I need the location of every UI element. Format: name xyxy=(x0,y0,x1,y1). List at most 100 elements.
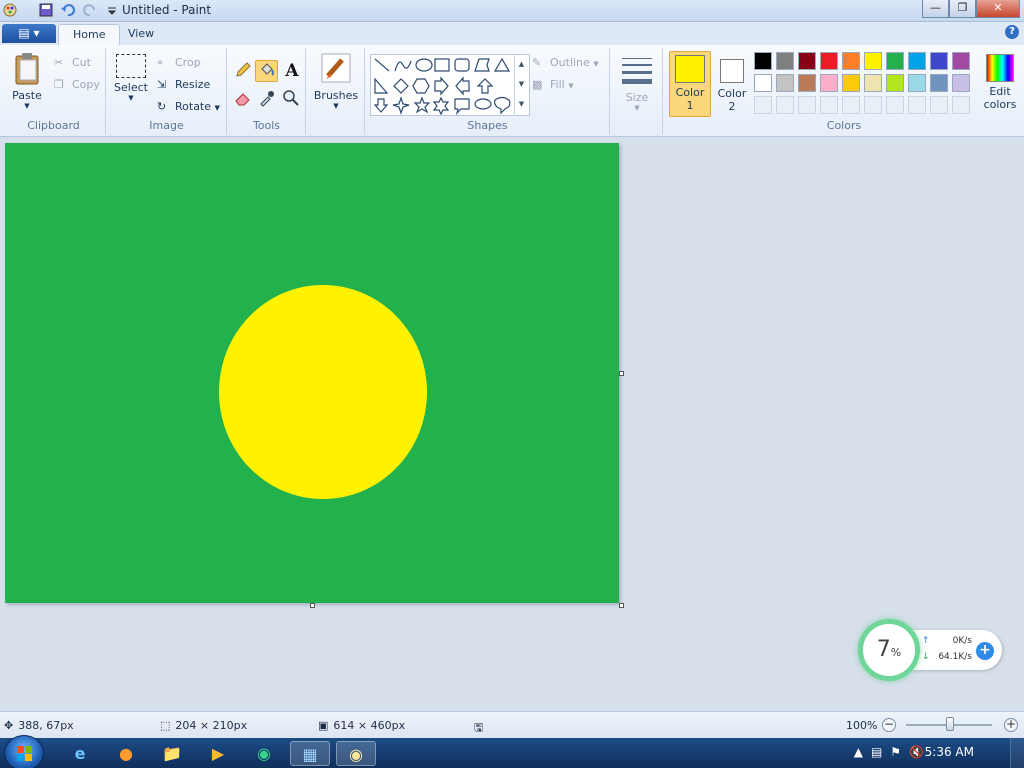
save-icon[interactable] xyxy=(38,2,54,18)
customize-toolbar-icon[interactable] xyxy=(104,2,120,18)
fill-button[interactable]: ▩ Fill ▼ xyxy=(532,78,574,92)
quick-access-toolbar xyxy=(2,2,120,18)
palette-swatch[interactable] xyxy=(908,52,926,70)
crop-button[interactable]: ⌖ Crop xyxy=(157,56,201,70)
download-speed: 64.1K/s xyxy=(938,652,972,662)
color1-button[interactable]: Color 1 xyxy=(669,51,711,117)
volume-muted-icon[interactable]: 🔇 xyxy=(909,745,924,759)
palette-custom-slot[interactable] xyxy=(798,96,816,114)
zoom-in-button[interactable]: + xyxy=(1004,718,1018,732)
palette-swatch[interactable] xyxy=(820,74,838,92)
firefox-icon[interactable]: ● xyxy=(106,741,146,766)
chevron-down-icon: ▼ xyxy=(214,104,220,112)
zoom-slider-thumb[interactable] xyxy=(946,717,954,731)
copy-button[interactable]: ❐ Copy xyxy=(54,78,100,92)
file-explorer-icon[interactable]: 📁 xyxy=(152,741,192,766)
clipboard-group: Paste ▼ ✂ Cut ❐ Copy Clipboard xyxy=(2,48,106,134)
magnifier-tool[interactable] xyxy=(281,89,301,109)
disk-icon: 🖫 xyxy=(474,721,484,734)
palette-swatch[interactable] xyxy=(820,52,838,70)
file-size: 🖫 xyxy=(474,719,483,738)
undo-icon[interactable] xyxy=(60,2,76,18)
palette-custom-slot[interactable] xyxy=(842,96,860,114)
pencil-tool[interactable] xyxy=(233,61,253,81)
cut-button[interactable]: ✂ Cut xyxy=(54,56,91,70)
media-player-icon[interactable]: ▶ xyxy=(198,741,238,766)
action-center-flag-icon[interactable]: ⚑ xyxy=(890,745,901,759)
color-picker-tool[interactable] xyxy=(257,89,277,109)
start-button[interactable] xyxy=(4,735,44,768)
brush-icon xyxy=(321,53,351,83)
palette-custom-slot[interactable] xyxy=(820,96,838,114)
eraser-tool[interactable] xyxy=(233,89,253,109)
palette-swatch[interactable] xyxy=(842,74,860,92)
paste-button[interactable]: Paste ▼ xyxy=(8,52,46,110)
resize-handle-bottom[interactable] xyxy=(310,603,315,608)
network-icon[interactable]: ▤ xyxy=(871,745,882,759)
palette-swatch[interactable] xyxy=(952,74,970,92)
canvas-size-icon: ▣ xyxy=(318,719,329,732)
palette-swatch[interactable] xyxy=(864,74,882,92)
redo-icon[interactable] xyxy=(82,2,98,18)
paint-menu-button[interactable]: ▤ ▾ xyxy=(2,24,56,43)
palette-swatch[interactable] xyxy=(952,52,970,70)
internet-explorer-icon[interactable]: e xyxy=(60,741,100,766)
resize-handle-corner[interactable] xyxy=(619,603,624,608)
palette-swatch[interactable] xyxy=(886,74,904,92)
palette-custom-slot[interactable] xyxy=(754,96,772,114)
help-icon[interactable]: ? xyxy=(1005,25,1019,39)
rotate-button[interactable]: ↻ Rotate ▼ xyxy=(157,100,220,114)
resize-handle-right[interactable] xyxy=(619,371,624,376)
palette-custom-slot[interactable] xyxy=(908,96,926,114)
size-button[interactable]: Size ▼ xyxy=(619,54,655,112)
palette-swatch[interactable] xyxy=(776,74,794,92)
palette-swatch[interactable] xyxy=(776,52,794,70)
palette-swatch[interactable] xyxy=(798,74,816,92)
palette-custom-slot[interactable] xyxy=(886,96,904,114)
tab-home[interactable]: Home xyxy=(58,24,121,45)
windows-explorer-task-icon[interactable]: ▦ xyxy=(290,741,330,766)
brushes-button[interactable]: Brushes ▼ xyxy=(313,52,359,110)
paint-bucket-icon xyxy=(260,63,274,76)
edit-colors-button[interactable]: Edit colors xyxy=(982,54,1018,111)
palette-swatch[interactable] xyxy=(842,52,860,70)
palette-swatch[interactable] xyxy=(886,52,904,70)
fill-tool[interactable] xyxy=(255,60,278,82)
windows-logo-icon xyxy=(17,746,32,761)
paint-app-icon[interactable] xyxy=(2,2,18,18)
palette-swatch[interactable] xyxy=(930,52,948,70)
palette-custom-slot[interactable] xyxy=(930,96,948,114)
zoom-out-button[interactable]: − xyxy=(882,718,896,732)
shapes-scroll[interactable]: ▲ ▼ ▼ xyxy=(514,54,528,116)
palette-swatch[interactable] xyxy=(864,52,882,70)
crop-label: Crop xyxy=(175,56,201,69)
palette-swatch[interactable] xyxy=(754,52,772,70)
palette-custom-slot[interactable] xyxy=(952,96,970,114)
plus-icon[interactable]: + xyxy=(976,642,994,660)
clock[interactable]: 5:36 AM xyxy=(925,745,974,759)
network-monitor-widget[interactable]: ↑ 0K/s ↓ 64.1K/s 7% + xyxy=(858,619,1003,683)
canvas-size-value: 614 × 460px xyxy=(333,719,406,732)
select-button[interactable]: Select ▼ xyxy=(113,54,149,102)
rotate-label: Rotate xyxy=(175,100,212,113)
show-hidden-icons-icon[interactable]: ▲ xyxy=(854,745,863,759)
drawing-canvas[interactable] xyxy=(5,143,619,603)
text-tool[interactable]: A xyxy=(282,61,302,81)
outline-button[interactable]: ✎ Outline ▼ xyxy=(532,56,599,70)
color2-button[interactable]: Color 2 xyxy=(715,51,749,117)
palette-swatch[interactable] xyxy=(754,74,772,92)
palette-swatch[interactable] xyxy=(930,74,948,92)
tab-view[interactable]: View xyxy=(114,24,168,45)
paint-task-icon[interactable]: ◉ xyxy=(336,741,376,766)
network-app-icon[interactable]: ◉ xyxy=(244,741,284,766)
resize-button[interactable]: ⇲ Resize xyxy=(157,78,210,92)
show-desktop-button[interactable] xyxy=(1010,738,1024,768)
palette-swatch[interactable] xyxy=(908,74,926,92)
palette-custom-slot[interactable] xyxy=(776,96,794,114)
close-button[interactable]: ✕ xyxy=(976,0,1020,18)
restore-button[interactable]: ❐ xyxy=(949,0,976,18)
minimize-button[interactable]: — xyxy=(922,0,949,18)
palette-swatch[interactable] xyxy=(798,52,816,70)
copy-icon: ❐ xyxy=(54,78,64,91)
palette-custom-slot[interactable] xyxy=(864,96,882,114)
